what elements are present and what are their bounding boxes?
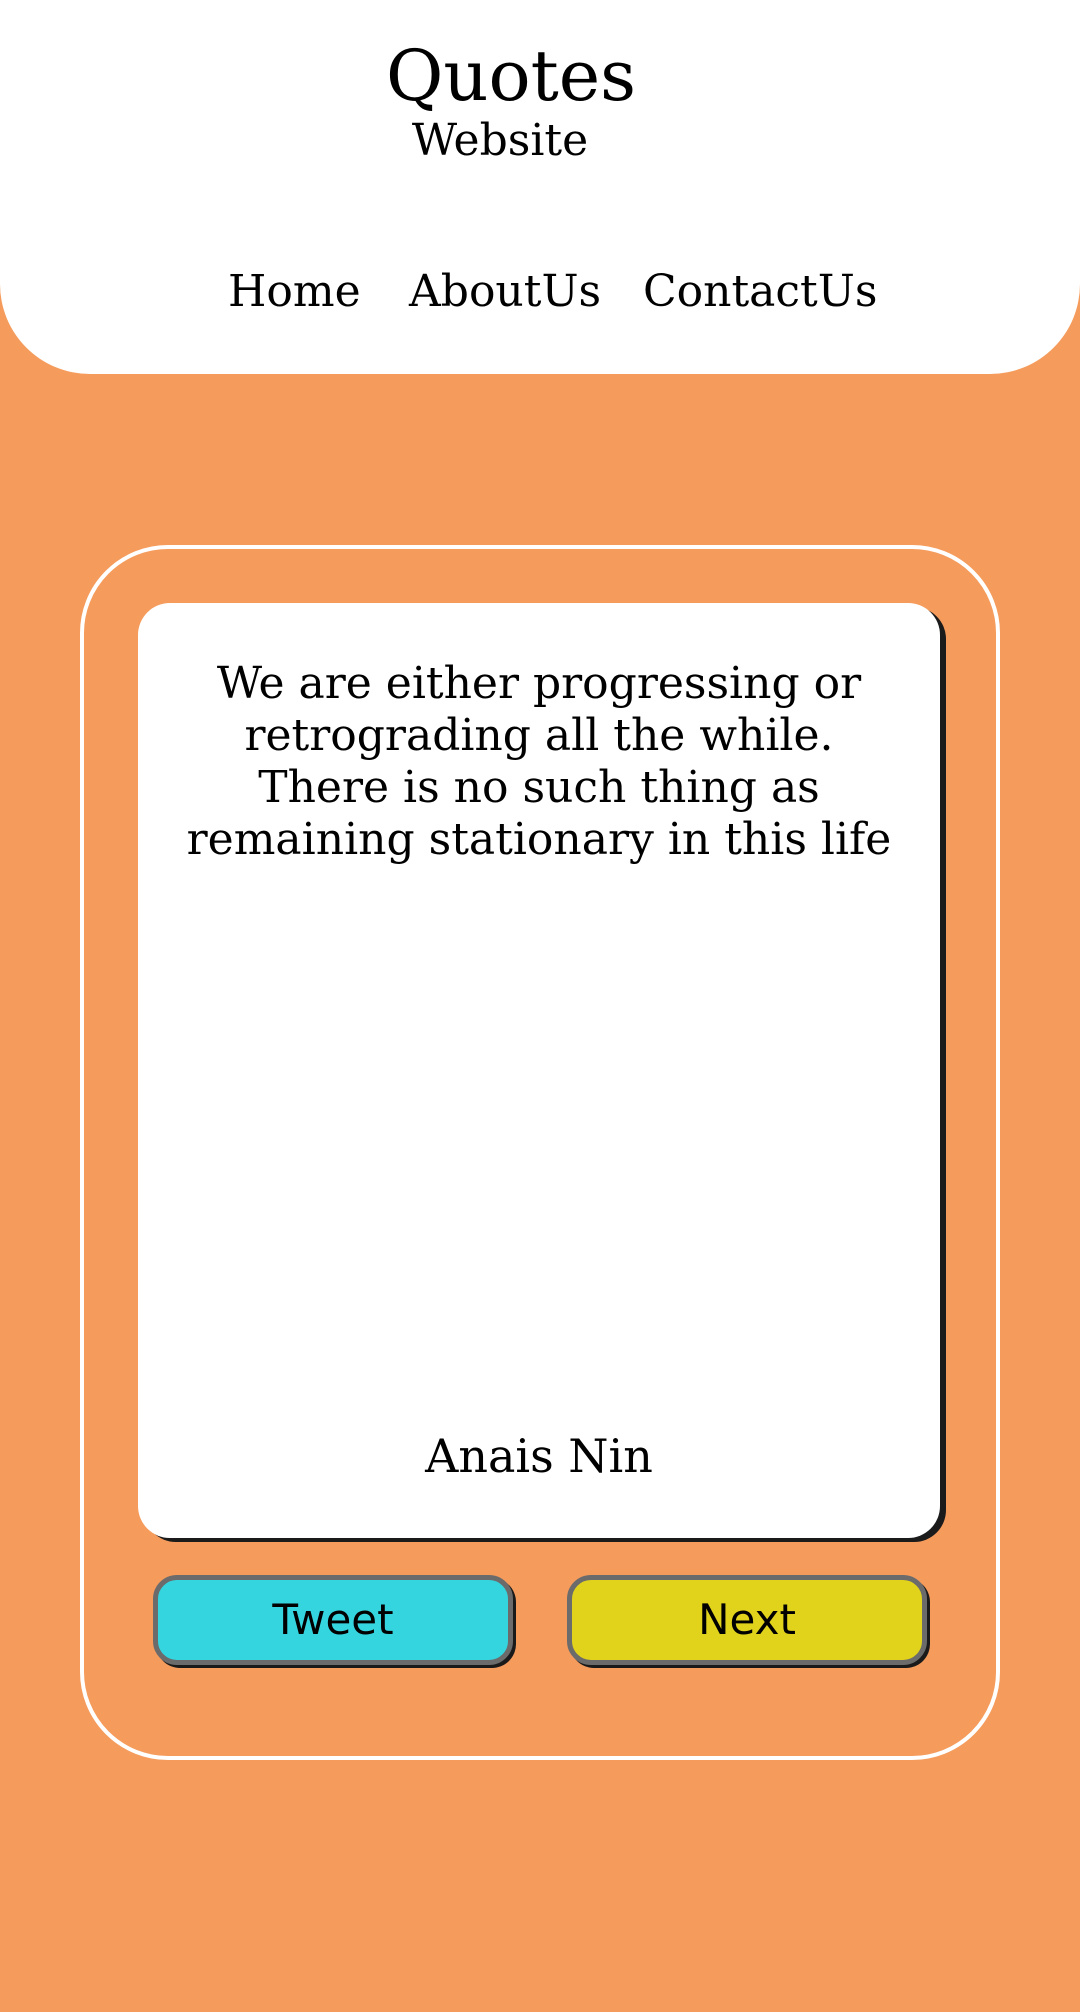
site-title: Quotes Website — [386, 35, 637, 166]
site-header: Quotes Website Home AboutUs ContactUs — [0, 0, 1080, 374]
quote-text: We are either progressing or retrogradin… — [186, 658, 892, 865]
site-title-sub: Website — [411, 115, 589, 166]
main-nav: Home AboutUs ContactUs — [0, 262, 1080, 322]
nav-contactus-link[interactable]: ContactUs — [643, 262, 877, 322]
quote-author: Anais Nin — [425, 1429, 653, 1483]
tweet-button[interactable]: Tweet — [153, 1575, 513, 1665]
site-title-main: Quotes — [386, 35, 637, 117]
nav-home-link[interactable]: Home — [228, 262, 361, 322]
quote-card: We are either progressing or retrogradin… — [138, 603, 940, 1538]
nav-aboutus-link[interactable]: AboutUs — [409, 262, 601, 322]
next-button[interactable]: Next — [567, 1575, 927, 1665]
